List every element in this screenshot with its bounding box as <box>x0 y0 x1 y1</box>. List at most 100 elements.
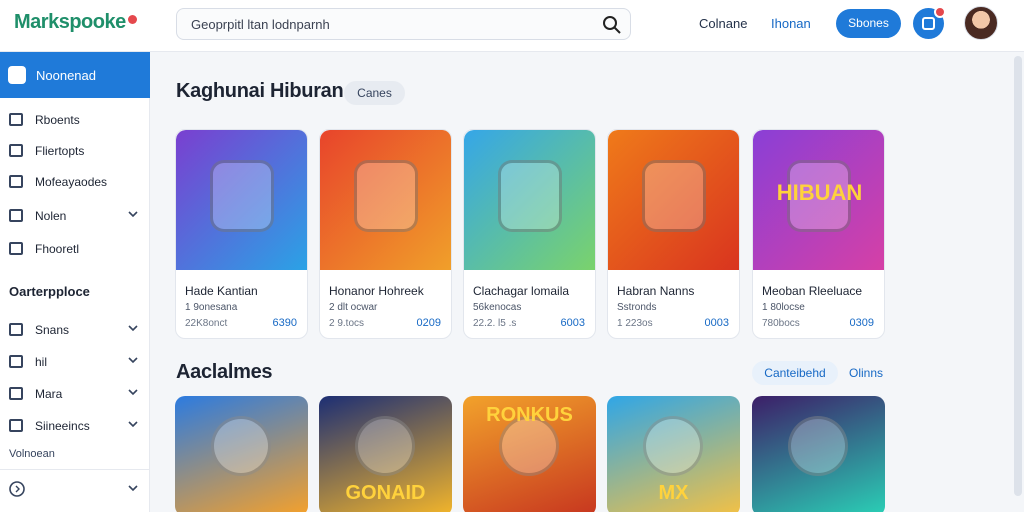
app-name: Honanor Hohreek <box>329 284 424 298</box>
nav-link-1[interactable]: Colnane <box>699 16 747 31</box>
filter-chip[interactable]: Canteibehd <box>752 361 838 385</box>
sidebar-item-label: Rboents <box>35 113 80 127</box>
app-art-shape <box>210 160 274 232</box>
app-card[interactable]: RONKUS <box>463 396 596 512</box>
sidebar-item-label: Siineeincs <box>35 419 90 433</box>
app-meta: 2 9.tocs <box>329 318 365 329</box>
chevron-down-icon[interactable] <box>127 322 139 334</box>
sidebar-item-label: hil <box>35 355 48 369</box>
app-art-shape <box>642 160 706 232</box>
app-art-text: GONAID <box>345 482 426 504</box>
sidebar-item-4[interactable]: Nolen <box>0 203 150 229</box>
image-icon <box>9 387 23 400</box>
divider <box>0 469 150 470</box>
sidebar-item-7[interactable]: hil <box>0 349 150 375</box>
logo-text: Markspooke <box>14 11 126 33</box>
sidebar-item-2[interactable]: Fliertopts <box>0 138 150 164</box>
search-value: Geoprpitl ltan lodnparnh <box>191 17 330 32</box>
avatar[interactable] <box>964 6 998 40</box>
app-art-text: MX <box>658 482 689 504</box>
app-art-text: RONKUS <box>486 404 573 426</box>
app-meta: 1 223os <box>617 318 653 329</box>
chevron-down-icon[interactable] <box>127 208 139 220</box>
app-name: Clachagar lomaila <box>473 284 570 298</box>
sidebar-item-label: Fliertopts <box>35 144 85 158</box>
notification-button[interactable] <box>913 6 946 39</box>
notification-badge <box>934 6 946 18</box>
app-card[interactable] <box>175 396 308 512</box>
app-subtitle: Sstronds <box>617 302 657 313</box>
tag-icon <box>9 113 23 126</box>
home-icon <box>8 66 26 84</box>
document-icon <box>9 419 23 432</box>
app-card[interactable]: Hade Kantian 1 9onesana 22K8onct 6390 <box>175 129 308 339</box>
search-icon[interactable] <box>602 15 622 35</box>
sidebar-item-label: Nolen <box>35 209 67 223</box>
app-card[interactable]: MX <box>607 396 740 512</box>
app-art-text: HIBUAN <box>776 180 863 205</box>
app-price: 0309 <box>849 317 874 329</box>
top-header: Markspooke Geoprpitl ltan lodnparnh Coln… <box>0 0 1024 52</box>
app-subtitle: 2 dlt ocwar <box>329 302 378 313</box>
sidebar-item-active[interactable]: Noonenad <box>0 52 150 98</box>
camera-icon <box>608 130 739 270</box>
app-art-shape <box>354 160 418 232</box>
bear-icon <box>643 416 703 476</box>
gem-icon: HIBUAN <box>753 130 884 270</box>
gamepad-icon <box>9 323 23 336</box>
app-price: 0003 <box>704 317 729 329</box>
sidebar-item-label: Mofeayaodes <box>35 175 108 189</box>
sidebar-item-5[interactable]: Fhooretl <box>0 236 150 262</box>
puzzle-icon <box>176 130 307 270</box>
chevron-down-icon[interactable] <box>127 418 139 430</box>
ninja-icon <box>788 416 848 476</box>
app-name: Meoban Rleeluace <box>762 284 863 298</box>
app-art-shape <box>498 160 562 232</box>
chevron-down-icon[interactable] <box>127 386 139 398</box>
app-price: 6390 <box>272 317 297 329</box>
app-price: 6003 <box>560 317 585 329</box>
sidebar: Noonenad Rboents Fliertopts Mofeayaodes … <box>0 52 150 512</box>
app-name: Habran Nanns <box>617 284 695 298</box>
app-card[interactable]: GONAID <box>319 396 452 512</box>
sidebar-item-label: Mara <box>35 387 63 401</box>
sidebar-item-1[interactable]: Rboents <box>0 107 150 133</box>
app-card[interactable]: Habran Nanns Sstronds 1 223os 0003 <box>607 129 740 339</box>
bookmark-icon <box>9 242 23 255</box>
see-all-link[interactable]: Olinns <box>849 366 883 380</box>
app-logo[interactable]: Markspooke <box>14 11 137 34</box>
sidebar-item-3[interactable]: Mofeayaodes <box>0 169 150 195</box>
app-card[interactable]: HIBUAN Meoban Rleeluace 1 80locse 780bocs 03… <box>752 129 885 339</box>
search-input[interactable]: Geoprpitl ltan lodnparnh <box>176 8 631 40</box>
app-card[interactable]: Clachagar lomaila 56kenocas 22.2. l5 .s 600… <box>463 129 596 339</box>
chart-icon <box>9 355 23 368</box>
section-title: Aaclalmes <box>176 361 273 383</box>
sidebar-item-9[interactable]: Siineeincs <box>0 413 150 439</box>
app-subtitle: 1 9onesana <box>185 302 238 313</box>
scrollbar[interactable] <box>1014 56 1022 496</box>
logo-badge <box>127 15 137 24</box>
nav-link-2[interactable]: Ihonan <box>771 16 811 31</box>
sidebar-item-8[interactable]: Mara <box>0 381 150 407</box>
sidebar-note: Volnoean <box>9 448 55 460</box>
section-title: Kaghunai Hiburan <box>176 80 344 102</box>
keyboard-icon <box>9 209 23 222</box>
app-subtitle: 56kenocas <box>473 302 522 313</box>
sidebar-heading: Oarterpploce <box>9 284 90 299</box>
chevron-down-icon[interactable] <box>127 482 139 494</box>
store-icon <box>9 175 23 188</box>
sidebar-item-6[interactable]: Snans <box>0 317 150 343</box>
cat-icon <box>355 416 415 476</box>
primary-cta-button[interactable]: Sbones <box>836 9 901 38</box>
sidebar-footer-item[interactable] <box>0 477 150 503</box>
app-card[interactable] <box>752 396 885 512</box>
app-price: 0209 <box>416 317 441 329</box>
app-card[interactable]: Honanor Hohreek 2 dlt ocwar 2 9.tocs 0209 <box>319 129 452 339</box>
list-icon <box>9 144 23 157</box>
filter-chip[interactable]: Canes <box>344 81 405 105</box>
boy-icon <box>211 416 271 476</box>
chevron-down-icon[interactable] <box>127 354 139 366</box>
app-meta: 22K8onct <box>185 318 228 329</box>
controller-icon <box>320 130 451 270</box>
info-circle-icon <box>9 481 25 497</box>
